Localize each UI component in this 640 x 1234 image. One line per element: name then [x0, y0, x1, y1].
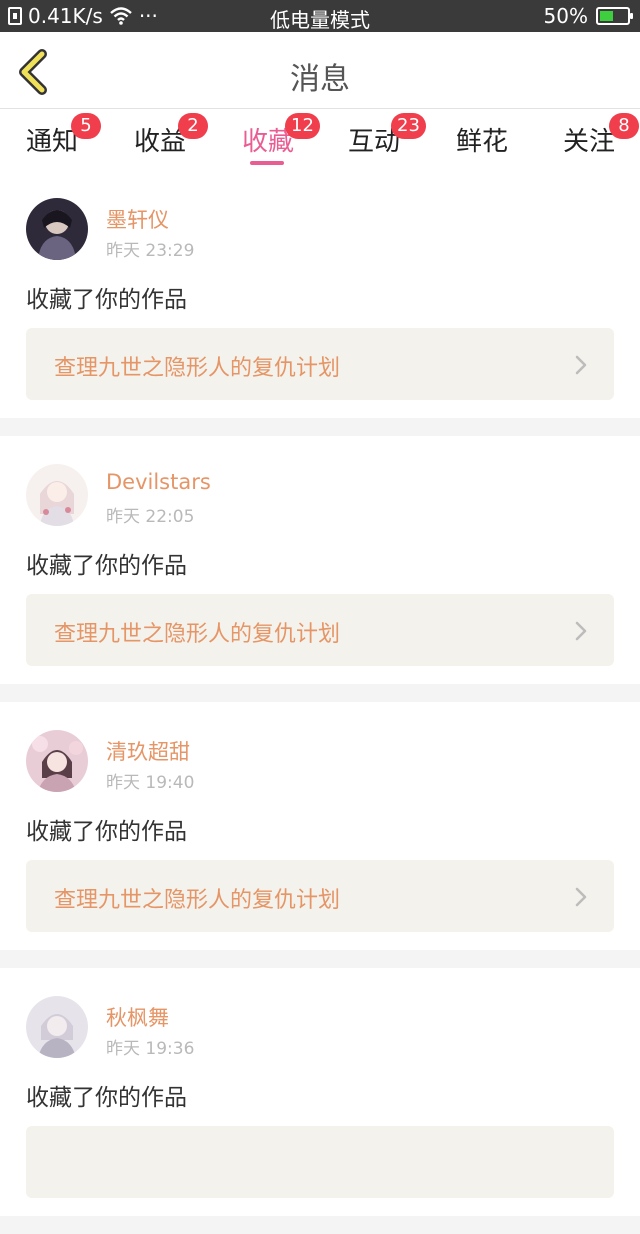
tab-flowers[interactable]: 鲜花	[456, 121, 508, 158]
unread-badge: 5	[71, 113, 101, 139]
message-card: 秋枫舞 昨天 19:36 收藏了你的作品	[0, 968, 640, 1216]
tab-notifications[interactable]: 通知 5	[26, 113, 101, 158]
avatar[interactable]	[26, 730, 88, 792]
timestamp: 昨天 22:05	[106, 507, 195, 527]
chevron-right-icon	[575, 621, 587, 641]
tab-favorites[interactable]: 收藏 12	[242, 113, 320, 165]
avatar[interactable]	[26, 464, 88, 526]
username[interactable]: Devilstars	[106, 470, 211, 494]
favorites-feed: 墨轩仪 昨天 23:29 收藏了你的作品 查理九世之隐形人的复仇计划 Devil…	[0, 170, 640, 1234]
work-title: 查理九世之隐形人的复仇计划	[54, 622, 341, 647]
username[interactable]: 秋枫舞	[106, 1002, 169, 1032]
avatar-image	[26, 464, 88, 526]
action-text: 收藏了你的作品	[26, 287, 187, 313]
avatar[interactable]	[26, 198, 88, 260]
avatar-image	[26, 730, 88, 792]
avatar-image	[26, 996, 88, 1058]
work-link[interactable]	[26, 1126, 614, 1198]
chevron-right-icon	[575, 887, 587, 907]
unread-badge: 8	[609, 113, 639, 139]
unread-badge: 2	[178, 113, 208, 139]
status-bar: 0.41K/s ··· 低电量模式 50%	[0, 0, 640, 32]
message-card: 墨轩仪 昨天 23:29 收藏了你的作品 查理九世之隐形人的复仇计划	[0, 170, 640, 418]
page-title: 消息	[290, 62, 350, 97]
work-title: 查理九世之隐形人的复仇计划	[54, 888, 341, 913]
tab-interactions[interactable]: 互动 23	[348, 113, 426, 158]
action-text: 收藏了你的作品	[26, 1085, 187, 1111]
tab-label: 关注	[563, 127, 616, 157]
battery-fill	[600, 11, 613, 21]
work-title: 查理九世之隐形人的复仇计划	[54, 356, 341, 381]
active-tab-underline	[250, 161, 284, 165]
battery-icon	[596, 7, 633, 25]
action-text: 收藏了你的作品	[26, 819, 187, 845]
unread-badge: 23	[391, 113, 426, 139]
work-link[interactable]: 查理九世之隐形人的复仇计划	[26, 594, 614, 666]
work-link[interactable]: 查理九世之隐形人的复仇计划	[26, 328, 614, 400]
avatar[interactable]	[26, 996, 88, 1058]
message-card: Devilstars 昨天 22:05 收藏了你的作品 查理九世之隐形人的复仇计…	[0, 436, 640, 684]
timestamp: 昨天 19:36	[106, 1039, 195, 1059]
unread-badge: 12	[285, 113, 320, 139]
tab-label: 鲜花	[456, 127, 509, 157]
username[interactable]: 墨轩仪	[106, 204, 169, 234]
timestamp: 昨天 23:29	[106, 241, 195, 261]
tab-earnings[interactable]: 收益 2	[134, 113, 208, 158]
message-tabs: 通知 5 收益 2 收藏 12 互动 23 鲜花 关注 8	[0, 109, 640, 170]
battery-percent: 50%	[543, 4, 588, 28]
chevron-right-icon	[575, 355, 587, 375]
username[interactable]: 清玖超甜	[106, 736, 190, 766]
tab-following[interactable]: 关注 8	[563, 113, 639, 158]
action-text: 收藏了你的作品	[26, 553, 187, 579]
status-right: 50%	[543, 4, 633, 28]
work-link[interactable]: 查理九世之隐形人的复仇计划	[26, 860, 614, 932]
timestamp: 昨天 19:40	[106, 773, 195, 793]
avatar-image	[26, 198, 88, 260]
navigation-bar: 消息	[0, 32, 640, 109]
message-card: 清玖超甜 昨天 19:40 收藏了你的作品 查理九世之隐形人的复仇计划	[0, 702, 640, 950]
